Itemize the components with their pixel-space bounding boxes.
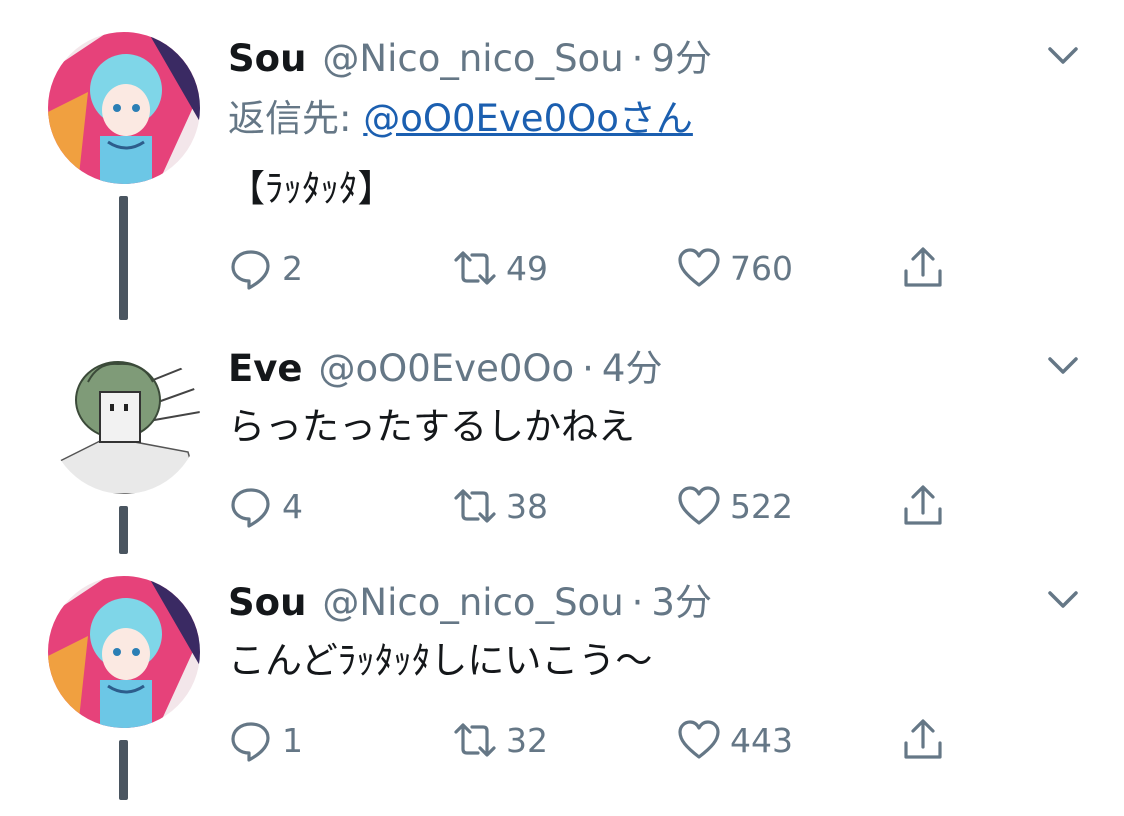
like-button[interactable]: 443 [676,714,793,766]
heart-icon [678,248,720,287]
like-button[interactable]: 522 [676,480,793,532]
tweet-header: Eve @oO0Eve0Oo · 4分 [228,338,662,390]
retweet-button[interactable]: 38 [452,480,548,532]
like-count: 443 [730,720,793,760]
like-button[interactable]: 760 [676,242,793,294]
retweet-icon [454,251,496,285]
retweet-count: 49 [506,248,548,288]
reply-count: 2 [282,248,303,288]
share-button[interactable] [900,714,954,766]
reply-icon [231,722,270,762]
reply-prefix: 返信先: [228,97,364,140]
separator-dot: · [631,37,644,80]
tweet-text: らったったするしかねえ [228,405,635,448]
separator-dot: · [582,347,594,390]
reply-to-link[interactable]: @oO0Eve0Ooさん [363,97,693,140]
share-icon [904,247,942,287]
chevron-down-icon[interactable] [1044,580,1082,618]
timestamp[interactable]: 4分 [602,338,663,392]
display-name[interactable]: Sou [228,37,306,80]
retweet-count: 32 [506,720,548,760]
action-bar: 2 49 760 [228,242,988,294]
tweet-header: Sou @Nico_nico_Sou · 9分 [228,28,712,80]
thread-line [119,506,128,554]
username[interactable]: @oO0Eve0Oo [319,347,575,390]
heart-icon [678,720,720,759]
timestamp[interactable]: 3分 [651,572,712,626]
retweet-icon [454,723,496,757]
avatar[interactable] [48,342,200,494]
display-name[interactable]: Eve [228,347,303,390]
username[interactable]: @Nico_nico_Sou [322,37,623,80]
reply-icon [231,250,270,290]
reply-count: 4 [282,486,303,526]
reply-icon [231,488,270,528]
share-icon [904,719,942,759]
thread-line [119,196,128,320]
action-bar: 4 38 522 [228,480,988,532]
reply-button[interactable]: 2 [228,242,303,294]
tweet-text: 【ﾗｯﾀｯﾀ】 [228,167,395,210]
retweet-icon [454,489,496,523]
retweet-button[interactable]: 49 [452,242,548,294]
reply-count: 1 [282,720,303,760]
separator-dot: · [631,581,644,624]
share-icon [904,485,942,525]
chevron-down-icon[interactable] [1044,346,1082,384]
username[interactable]: @Nico_nico_Sou [322,581,623,624]
like-count: 522 [730,486,793,526]
thread-line [119,740,128,800]
action-bar: 1 32 443 [228,714,988,766]
tweet-text: こんどﾗｯﾀｯﾀしにいこう〜 [228,639,653,682]
retweet-count: 38 [506,486,548,526]
display-name[interactable]: Sou [228,581,306,624]
timestamp[interactable]: 9分 [651,28,712,82]
share-button[interactable] [900,480,954,532]
reply-button[interactable]: 4 [228,480,303,532]
tweet-header: Sou @Nico_nico_Sou · 3分 [228,572,712,624]
heart-icon [678,486,720,525]
chevron-down-icon[interactable] [1044,36,1082,74]
retweet-button[interactable]: 32 [452,714,548,766]
avatar[interactable] [48,576,200,728]
like-count: 760 [730,248,793,288]
reply-button[interactable]: 1 [228,714,303,766]
avatar[interactable] [48,32,200,184]
reply-context: 返信先: @oO0Eve0Ooさん [228,88,693,142]
share-button[interactable] [900,242,954,294]
